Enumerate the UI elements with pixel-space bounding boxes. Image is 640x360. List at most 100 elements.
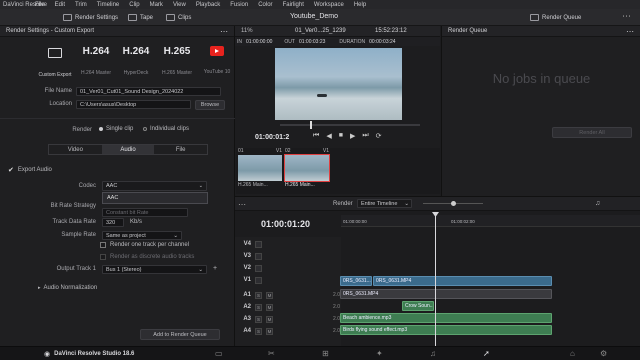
zoom-slider-knob[interactable] <box>451 201 456 206</box>
app-menu[interactable]: DaVinci Resolve <box>3 2 47 8</box>
scrubber-track[interactable] <box>280 121 420 129</box>
codec-select[interactable]: AAC ⌄ <box>102 181 207 191</box>
settings-gear-icon[interactable]: ⚙ <box>600 349 607 358</box>
fairlight-page-icon[interactable]: ♫ <box>430 349 436 358</box>
render-all-button[interactable]: Render All <box>552 127 632 138</box>
tab-file[interactable]: File <box>154 145 207 154</box>
add-to-render-queue-button[interactable]: Add to Render Queue <box>140 329 220 340</box>
track-data-rate-input[interactable]: 320 <box>102 218 124 227</box>
timeline-clip-v1[interactable]: 0RS_0631.MP4 <box>373 276 552 286</box>
menu-edit[interactable]: Edit <box>55 2 65 8</box>
play-icon[interactable]: ▶ <box>350 132 355 140</box>
solo-icon[interactable]: S <box>255 315 262 323</box>
track-v4[interactable]: V4 <box>237 238 340 250</box>
lock-icon[interactable] <box>255 264 262 272</box>
timeline-clip-a4[interactable]: Birds flying sound effect.mp3 <box>340 325 552 335</box>
menu-clip[interactable]: Clip <box>129 2 139 8</box>
add-output-track-icon[interactable]: + <box>213 265 217 272</box>
location-label: Location <box>49 101 72 107</box>
track-v1[interactable]: V1 <box>237 274 340 286</box>
tape-toggle[interactable]: Tape <box>128 12 153 23</box>
home-icon[interactable]: ⌂ <box>570 349 575 358</box>
clips-toggle[interactable]: Clips <box>166 12 191 23</box>
individual-clips-radio[interactable]: Individual clips <box>143 126 189 132</box>
browse-button[interactable]: Browse <box>195 100 225 110</box>
step-back-icon[interactable]: ◀ <box>326 132 331 140</box>
track-name: V4 <box>243 241 251 247</box>
timeline-clip-a1[interactable]: 0RS_0631.MP4 <box>340 289 552 299</box>
edit-page-icon[interactable]: ⊞ <box>322 349 329 358</box>
sample-rate-select[interactable]: Same as project ⌄ <box>102 231 182 240</box>
mute-icon[interactable]: M <box>266 327 273 335</box>
menu-workspace[interactable]: Workspace <box>314 2 344 8</box>
media-page-icon[interactable]: ▭ <box>215 349 223 358</box>
track-v3[interactable]: V3 <box>237 250 340 262</box>
single-clip-radio[interactable]: Single clip <box>99 126 133 132</box>
track-a2[interactable]: A2 S M 2.0 <box>237 301 340 313</box>
timeline-menu-icon[interactable]: ⋯ <box>238 200 246 209</box>
fusion-page-icon[interactable]: ✦ <box>376 349 383 358</box>
mute-icon[interactable]: M <box>266 315 273 323</box>
solo-icon[interactable]: S <box>255 291 262 299</box>
menu-mark[interactable]: Mark <box>150 2 163 8</box>
zoom-slider[interactable] <box>423 201 483 206</box>
lock-icon[interactable] <box>255 240 262 248</box>
render-range-select[interactable]: Entire Timeline ⌄ <box>357 199 412 208</box>
audio-normalization-section[interactable]: ▸ Audio Normalization <box>38 285 97 291</box>
menu-view[interactable]: View <box>173 2 186 8</box>
bit-rate-select[interactable]: Constant bit Rate <box>102 208 188 217</box>
track-v2[interactable]: V2 <box>237 262 340 274</box>
track-a1[interactable]: A1 S M 2.0 <box>237 289 340 301</box>
mute-icon[interactable]: M <box>266 303 273 311</box>
mute-icon[interactable]: M <box>266 291 273 299</box>
cut-page-icon[interactable]: ✂ <box>268 349 275 358</box>
render-queue-toggle[interactable]: Render Queue <box>530 12 581 23</box>
thumb-name: H.265 Main... <box>238 182 268 188</box>
more-options-icon[interactable]: ⋯ <box>626 27 634 36</box>
solo-icon[interactable]: S <box>255 303 262 311</box>
thumbnail-01[interactable] <box>238 155 282 181</box>
in-value: 01:00:00:00 <box>246 38 273 45</box>
audio-meter-icon[interactable]: ♫ <box>595 200 600 207</box>
jump-start-icon[interactable]: ⏮ <box>313 132 319 140</box>
thumbnail-02[interactable] <box>284 154 330 182</box>
output-track-select[interactable]: Bus 1 (Stereo) ⌄ <box>102 265 207 274</box>
menu-trim[interactable]: Trim <box>75 2 87 8</box>
timeline-clip-a2[interactable]: Crow Soun... <box>402 301 434 311</box>
one-track-per-channel-checkbox[interactable]: Render one track per channel <box>100 242 189 248</box>
timeline-clip-v1[interactable]: 0RS_0631... <box>340 276 372 286</box>
clips-label: Clips <box>178 14 192 21</box>
render-settings-toggle[interactable]: Render Settings <box>63 12 118 23</box>
menu-fusion[interactable]: Fusion <box>230 2 248 8</box>
menu-help[interactable]: Help <box>354 2 366 8</box>
file-name-input[interactable]: 01_Ver01_Cut01_Sound Design_2024022 <box>76 87 221 96</box>
stop-icon[interactable]: ■ <box>339 132 343 140</box>
deliver-page-icon[interactable]: ➚ <box>483 349 490 358</box>
tab-video[interactable]: Video <box>49 145 102 154</box>
solo-icon[interactable]: S <box>255 327 262 335</box>
ruler-tick: 01:00:00:00 <box>343 219 367 224</box>
playhead-icon[interactable] <box>310 121 312 129</box>
more-icon[interactable]: ⋯ <box>622 11 631 22</box>
zoom-select[interactable]: 11% <box>241 28 253 34</box>
more-options-icon[interactable]: ⋯ <box>220 27 228 36</box>
lock-icon[interactable] <box>255 276 262 284</box>
export-audio-checkbox[interactable]: ✔ Export Audio <box>8 166 52 174</box>
menu-fairlight[interactable]: Fairlight <box>283 2 304 8</box>
time-ruler[interactable]: 01:00:00:00 01:00:02:00 <box>341 215 640 227</box>
jump-end-icon[interactable]: ⏭ <box>362 132 368 140</box>
timeline-playhead[interactable] <box>435 214 436 346</box>
timeline-clip-a3[interactable]: Beach ambience.mp3 <box>340 313 552 323</box>
preset-codec: H.264 <box>82 46 110 57</box>
lock-icon[interactable] <box>255 252 262 260</box>
codec-dropdown-option[interactable]: AAC <box>102 192 208 204</box>
menu-playback[interactable]: Playback <box>196 2 220 8</box>
track-a3[interactable]: A3 S M 2.0 <box>237 313 340 325</box>
tab-audio[interactable]: Audio <box>101 145 155 154</box>
loop-icon[interactable]: ⟳ <box>376 132 382 140</box>
menu-color[interactable]: Color <box>258 2 272 8</box>
menu-timeline[interactable]: Timeline <box>97 2 119 8</box>
track-a4[interactable]: A4 S M 2.0 <box>237 325 340 337</box>
discrete-audio-checkbox[interactable]: Render as discrete audio tracks <box>100 254 194 260</box>
location-input[interactable]: C:\Users\asus\Desktop <box>76 100 191 109</box>
